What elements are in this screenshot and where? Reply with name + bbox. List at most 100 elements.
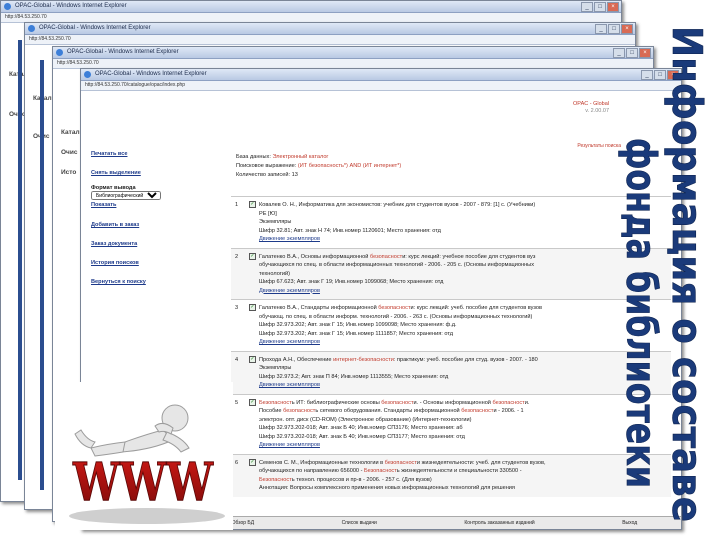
record-line: Прохода А.Н., Обеспечение интернет-безоп… [259, 356, 538, 363]
third-label-3: Исто [61, 169, 77, 176]
minimize-icon[interactable]: _ [595, 24, 607, 34]
record-line: Безопасность технол. процессов и пр-в - … [259, 476, 432, 483]
record-line: обучающихся по направлению 656000 - Безо… [259, 468, 522, 474]
ie-icon [28, 25, 35, 32]
record-line: Шифр 32.973.202; Авт. знак Г 15; Инв.ном… [259, 330, 454, 337]
record-checkbox[interactable]: ✓ [249, 252, 256, 260]
window-title: OPAC-Global - Windows Internet Explorer [95, 71, 207, 77]
result-record: 5 ✓ Безопасность ИТ: библиографические осн… [231, 393, 671, 454]
record-checkbox[interactable]: ✓ [249, 458, 256, 466]
window-titlebar: OPAC-Global - Windows Internet Explorer … [81, 69, 681, 81]
record-line: Шифр 32.81; Авт. знак Н 74; Инв.номер 11… [259, 227, 441, 234]
remove-selection-link[interactable]: Снять выделение [81, 170, 161, 176]
address-bar[interactable]: http://84.53.250.70/catalogue/opac/index… [81, 81, 681, 91]
window-titlebar: OPAC-Global - Windows Internet Explorer … [25, 23, 635, 35]
record-body: Галатенко В.А., Основы информационной бе… [259, 253, 671, 296]
record-line: Аннотация: Вопросы комплексного применен… [259, 485, 515, 491]
record-checkbox[interactable]: ✓ [249, 398, 256, 406]
www-figure-illustration: WWW [55, 382, 233, 530]
record-line: Экземпляры [259, 365, 292, 371]
record-line: Экземпляры [259, 219, 292, 225]
results-list: 1 ✓ Ковалев О. Н., Информатика для экономи… [231, 196, 671, 497]
record-number: 6 [235, 459, 239, 466]
record-line: Галатенко В.А., Стандарты информационной… [259, 305, 543, 311]
copies-movement-link[interactable]: Движение экземпляров [259, 287, 671, 296]
record-number: 5 [235, 399, 239, 406]
window-titlebar: OPAC-Global - Windows Internet Explorer … [1, 1, 621, 13]
record-number: 3 [235, 305, 239, 311]
overlay-line-2: фонда библиотеки [617, 138, 665, 488]
record-line: Шифр 32.973.202-018; Авт. знак Б 40; Инв… [259, 425, 463, 431]
record-line: РЕ [Ю] [259, 210, 277, 217]
record-line: технологий) [259, 270, 290, 277]
add-order-link[interactable]: Добавить в заказ [81, 222, 161, 228]
ie-icon [4, 3, 11, 10]
address-bar[interactable]: http://84.53.250.70 [25, 35, 635, 45]
record-body: Галатенко В.А., Стандарты информационной… [259, 304, 671, 347]
record-number: 1 [235, 202, 239, 208]
window-title: OPAC-Global - Windows Internet Explorer [15, 3, 127, 9]
record-body: Безопасность ИТ: библиографические основ… [259, 399, 671, 450]
record-checkbox[interactable]: ✓ [249, 355, 256, 363]
result-record: 1 ✓ Ковалев О. Н., Информатика для экономи… [231, 196, 671, 248]
record-number: 2 [235, 253, 239, 260]
minimize-icon[interactable]: _ [581, 2, 593, 12]
result-record: 2 ✓ Галатенко В.А., Основы информационной … [231, 247, 671, 299]
record-line: Шифр 32.973.202; Авт. знак Г 15; Инв.ном… [259, 322, 457, 328]
results-link[interactable]: Результаты поиска [577, 143, 621, 149]
record-line: Галатенко В.А., Основы информационной бе… [259, 253, 536, 260]
back-to-search-link[interactable]: Вернуться к поиску [81, 279, 161, 285]
close-icon[interactable]: × [607, 2, 619, 12]
window-edge [18, 40, 22, 480]
print-all-link[interactable]: Печатать все [81, 151, 161, 157]
window-edge [40, 60, 44, 490]
record-line: Шифр 67.623; Авт. знак Г 19; Инв.номер 1… [259, 279, 444, 285]
logo-version: v. 2.00.07 [585, 108, 609, 114]
record-checkbox[interactable]: ✓ [249, 201, 256, 208]
bottom-menu-item[interactable]: Контроль заказанных изданий [464, 517, 534, 529]
record-line: Безопасность ИТ: библиографические основ… [259, 399, 530, 406]
record-body: Семенов С. М., Информационные технологии… [259, 459, 671, 493]
record-line: Шифр 32.973.202-018; Авт. знак Б 40; Инв… [259, 433, 465, 440]
left-nav: Печатать все Снять выделение Формат выво… [81, 151, 161, 298]
record-line: обучающихся по спец. в области информаци… [259, 262, 534, 268]
copies-movement-link[interactable]: Движение экземпляров [259, 338, 671, 347]
record-body: Ковалев О. Н., Информатика для экономист… [259, 201, 671, 244]
ie-icon [56, 49, 63, 56]
ie-icon [84, 71, 91, 78]
search-history-link[interactable]: История поисков [81, 260, 161, 266]
bottom-menu-item[interactable]: Список выдачи [342, 517, 377, 529]
third-label-1: Катал [61, 129, 80, 136]
record-line: электрон. опт. диск (CD-ROM) (Электронно… [259, 416, 472, 423]
query-value: (ИТ безопасность*) AND (ИТ интернет*) [297, 163, 402, 169]
vertical-title: Информация о составе фонда библиотеки [617, 18, 719, 530]
record-line: Пособие безопасность сетевого оборудован… [259, 408, 524, 414]
record-line: Шифр 32.973.2; Авт. знак П 84; Инв.номер… [259, 373, 449, 380]
third-label-2: Очис [61, 149, 78, 156]
person-on-www-icon: WWW [69, 404, 225, 524]
record-line: Семенов С. М., Информационные технологии… [259, 459, 546, 466]
order-docs-link[interactable]: Заказ документа [81, 241, 161, 247]
show-button[interactable]: Показать [81, 202, 161, 208]
count-value: 13 [291, 172, 298, 178]
copies-movement-link[interactable]: Движение экземпляров [259, 381, 671, 390]
db-value: Электронный каталог [272, 154, 329, 160]
format-select[interactable]: Библиографический [91, 191, 161, 200]
www-text: WWW [72, 452, 214, 513]
copies-movement-link[interactable]: Движение экземпляров [259, 235, 671, 244]
maximize-icon[interactable]: □ [594, 2, 606, 12]
record-line: Ковалев О. Н., Информатика для экономист… [259, 202, 536, 208]
opac-logo: OPAC - Global v. 2.00.07 [573, 101, 609, 115]
address-text: http://84.53.250.70/catalogue/opac/index… [85, 82, 186, 88]
result-record: 6 ✓ Семенов С. М., Информационные технолог… [231, 453, 671, 497]
record-checkbox[interactable]: ✓ [249, 304, 256, 311]
record-body: Прохода А.Н., Обеспечение интернет-безоп… [259, 356, 671, 390]
result-record: 3 ✓ Галатенко В.А., Стандарты информационн… [231, 299, 671, 351]
copies-movement-link[interactable]: Движение экземпляров [259, 441, 671, 450]
logo-title: OPAC - Global [573, 101, 609, 107]
result-record: 4 ✓ Прохода А.Н., Обеспечение интернет-без… [231, 350, 671, 394]
record-line: обучающ. по спец. в области информ. техн… [259, 313, 533, 320]
bottom-menu-item[interactable]: Обзор БД [232, 517, 255, 529]
vertical-title-svg: Информация о составе фонда библиотеки [617, 26, 712, 523]
window-titlebar: OPAC-Global - Windows Internet Explorer … [53, 47, 653, 59]
